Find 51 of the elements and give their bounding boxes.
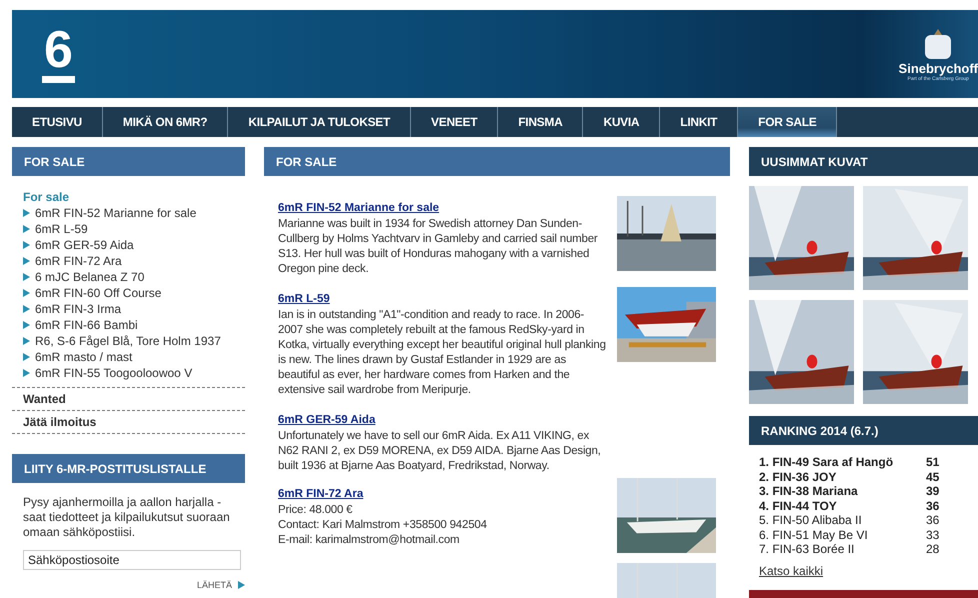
sidebar-link[interactable]: 6mR L-59 <box>23 221 245 237</box>
panel-header: RANKING 2014 (6.7.) <box>749 416 978 445</box>
email-field[interactable]: Sähköpostiosoite <box>23 550 241 570</box>
panel-header: FOR SALE <box>264 147 730 176</box>
ranking-points: 36 <box>926 513 940 528</box>
ranking-points: 51 <box>926 455 940 470</box>
article-title[interactable]: 6mR GER-59 Aida <box>278 414 608 426</box>
article-text: E-mail: karimalmstrom@hotmail.com <box>278 533 460 548</box>
article-text: Marianne was built in 1934 for Swedish attorney Dan Sunden-Cullberg by Holms Yachtvarv in Gamleby and carried sail number S13. Her hull was built of Honduras mahogany with a varnished Oregon pine deck. <box>278 217 599 277</box>
article-text: Contact: Kari Malmstrom +358500 942504 <box>278 518 488 533</box>
panel-header: LIITY 6-MR-POSTITUSLISTALLE <box>12 454 245 483</box>
article-title[interactable]: 6mR FIN-72 Ara <box>278 488 608 500</box>
see-all-link[interactable]: Katso kaikki <box>759 564 978 578</box>
sidebar-link[interactable]: 6mR FIN-72 Ara <box>23 253 245 269</box>
sidebar-link[interactable]: 6mR masto / mast <box>23 349 245 365</box>
ranking-name: 4. FIN-44 TOY <box>759 498 838 513</box>
sidebar-link[interactable]: 6mR FIN-55 Toogooloowoo V <box>23 365 245 381</box>
ranking-points: 39 <box>926 484 940 498</box>
ranking-name: 5. FIN-50 Alibaba II <box>759 513 863 528</box>
sidebar-link[interactable]: R6, S-6 Fågel Blå, Tore Holm 1937 <box>23 333 245 349</box>
nav-tab[interactable]: FOR SALE <box>738 107 838 137</box>
site-logo[interactable]: 6 <box>42 26 75 82</box>
article-text: Price: 48.000 € <box>278 503 354 518</box>
sidebar-link[interactable]: 6mR FIN-3 Irma <box>23 301 245 317</box>
ranking-name: 3. FIN-38 Mariana <box>759 484 859 498</box>
ranking-points: 33 <box>926 528 940 542</box>
ranking-name: 7. FIN-63 Borée II <box>759 542 856 556</box>
sidebar-link[interactable]: 6mR FIN-66 Bambi <box>23 317 245 333</box>
newsletter-text: Pysy ajanhermoilla ja aallon harjalla - saat tiedotteet ja kilpailukutsut suoraan omaan sähköpostiisi. <box>23 495 231 540</box>
arrow-icon <box>238 581 245 589</box>
sidebar-link[interactable]: Jätä ilmoitus <box>12 410 245 433</box>
ranking-name: 6. FIN-51 May Be VI <box>759 528 869 542</box>
ranking-name: 2. FIN-36 JOY <box>759 470 838 484</box>
panel-header: FOR SALE <box>12 147 245 176</box>
panel-header: UUSIMMAT KUVAT <box>749 147 978 176</box>
article-text: Ian is in outstanding "A1"-condition and ready to race. In 2006-2007 she was completely rebuilt at the famous RedSky-yard in Kotka, virtually everything except her beautiful original hull planking is new. The lines drawn by Gustaf Estlander in 1929 are as beautiful as ever, her hardware comes from Harken and the extensive sail wardrobe from Meripurje. <box>278 308 607 398</box>
sidebar-link[interactable]: 6mR FIN-60 Off Course <box>23 285 245 301</box>
sponsor-name: Sinebrychoff <box>898 60 978 76</box>
ranking-points: 28 <box>926 542 940 556</box>
ranking-points: 36 <box>926 498 940 513</box>
article-title[interactable]: 6mR FIN-52 Marianne for sale <box>278 202 608 214</box>
ranking-name: 1. FIN-49 Sara af Hangö <box>759 455 894 470</box>
sidebar-link[interactable]: 6mR FIN-52 Marianne for sale <box>23 205 245 221</box>
article-text: Unfortunately we have to sell our 6mR Aida. Ex A11 VIKING, ex N62 RANI 2, ex D59 MORENA, ex D59 AIDA. Bjarne Aas Design, built 1936 at Bjarne Aas Boatyard, Fredrikstad, Norway. <box>278 429 602 474</box>
article-title[interactable]: 6mR L-59 <box>278 293 608 305</box>
ranking-points: 45 <box>926 470 940 484</box>
sidebar-link[interactable]: 6mR GER-59 Aida <box>23 237 245 253</box>
send-link[interactable]: LÄHETÄ <box>12 580 245 590</box>
section-title: For sale <box>23 190 70 204</box>
sidebar-link[interactable]: 6 mJC Belanea Z 70 <box>23 269 245 285</box>
sidebar-link[interactable]: Wanted <box>12 387 245 410</box>
